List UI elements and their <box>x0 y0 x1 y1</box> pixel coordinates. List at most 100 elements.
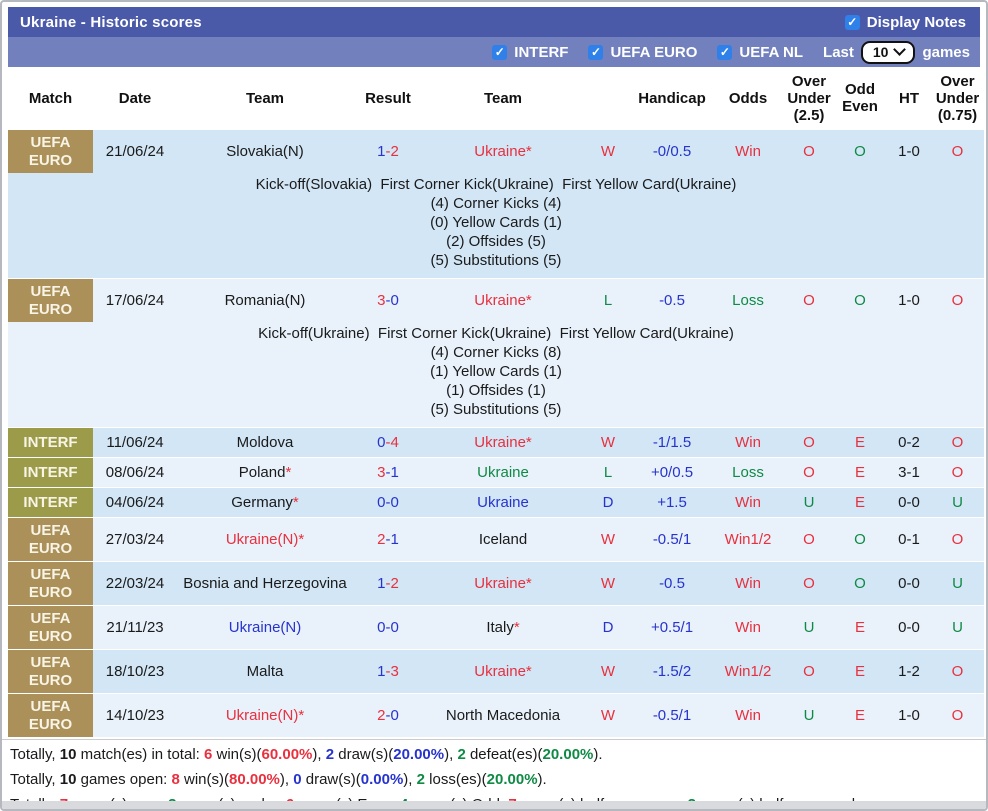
notes-stat-line: (5) Substitutions (5) <box>8 400 984 419</box>
half-time-score: 1-2 <box>887 650 931 694</box>
odds-result: Win1/2 <box>711 518 785 562</box>
handicap-value: +1.5 <box>633 488 711 518</box>
match-date: 08/06/24 <box>93 458 177 488</box>
full-time-score: 3-0 <box>353 279 423 323</box>
home-team: Germany* <box>177 488 353 518</box>
home-goals: 0 <box>377 434 385 451</box>
odds-result: Win <box>711 562 785 606</box>
match-row[interactable]: UEFA EURO18/10/23Malta1-3Ukraine*W-1.5/2… <box>8 650 984 694</box>
col-header-handicap: Handicap <box>633 67 711 130</box>
filter-interf-label: INTERF <box>514 44 568 61</box>
totals-segment: games open: <box>76 771 171 788</box>
away-team-name: Ukraine* <box>474 663 532 680</box>
filter-uefa-nl-checkbox[interactable]: ✓ UEFA NL <box>717 44 803 61</box>
match-row[interactable]: UEFA EURO27/03/24Ukraine(N)*2-1IcelandW-… <box>8 518 984 562</box>
match-row[interactable]: INTERF08/06/24Poland*3-1UkraineL+0/0.5Lo… <box>8 458 984 488</box>
totals-segment: ). <box>593 746 602 763</box>
match-row[interactable]: INTERF11/06/24Moldova0-4Ukraine*W-1/1.5W… <box>8 428 984 458</box>
checkbox-checked-icon[interactable]: ✓ <box>845 15 860 30</box>
totals-segment: ), <box>403 771 416 788</box>
home-team-name: Malta <box>247 663 284 680</box>
odds-result: Loss <box>711 279 785 323</box>
over-under-25-result: O <box>785 428 833 458</box>
home-team-name: Ukraine(N) <box>229 619 302 636</box>
chevron-down-icon <box>894 43 907 56</box>
odds-result: Win <box>711 130 785 174</box>
over-under-075-result: O <box>931 458 984 488</box>
filter-uefa-euro-label: UEFA EURO <box>610 44 697 61</box>
match-row[interactable]: INTERF04/06/24Germany*0-0UkraineD+1.5Win… <box>8 488 984 518</box>
match-row[interactable]: UEFA EURO22/03/24Bosnia and Herzegovina1… <box>8 562 984 606</box>
home-team: Ukraine(N) <box>177 606 353 650</box>
match-date: 17/06/24 <box>93 279 177 323</box>
match-row[interactable]: UEFA EURO14/10/23Ukraine(N)*2-0North Mac… <box>8 694 984 738</box>
odd-even-result: E <box>833 694 887 738</box>
title-bar: Ukraine - Historic scores ✓ Display Note… <box>8 7 980 37</box>
col-header-wld <box>583 67 633 130</box>
away-team: Ukraine* <box>423 428 583 458</box>
totals-segment: win(s)( <box>212 746 261 763</box>
home-team-name: Romania(N) <box>225 292 306 309</box>
home-team: Poland* <box>177 458 353 488</box>
over-under-075-result: O <box>931 279 984 323</box>
filter-interf-checkbox[interactable]: ✓ INTERF <box>492 44 568 61</box>
competition-badge: INTERF <box>8 428 93 458</box>
col-header-away-team: Team <box>423 67 583 130</box>
totals-segment: 0 <box>293 771 301 788</box>
col-header-over-under-075: Over Under (0.75) <box>931 67 984 130</box>
away-goals: 0 <box>391 292 399 309</box>
last-games-control: Last 10 games <box>823 41 970 64</box>
notes-stat-line: (2) Offsides (5) <box>8 232 984 251</box>
home-team: Malta <box>177 650 353 694</box>
checkbox-checked-icon[interactable]: ✓ <box>588 45 603 60</box>
odd-even-result: O <box>833 279 887 323</box>
half-time-score: 1-0 <box>887 694 931 738</box>
win-loss-draw: W <box>583 562 633 606</box>
half-time-score: 3-1 <box>887 458 931 488</box>
odd-even-result: E <box>833 458 887 488</box>
competition-badge: INTERF <box>8 458 93 488</box>
handicap-value: -0.5/1 <box>633 694 711 738</box>
full-time-score: 0-4 <box>353 428 423 458</box>
away-team-name: Ukraine <box>477 464 529 481</box>
away-team: Ukraine* <box>423 279 583 323</box>
over-under-075-result: O <box>931 130 984 174</box>
match-row[interactable]: UEFA EURO21/06/24Slovakia(N)1-2Ukraine*W… <box>8 130 984 174</box>
notes-stat-line: (0) Yellow Cards (1) <box>8 213 984 232</box>
home-team-name: Germany <box>231 494 293 511</box>
notes-stat-line: (4) Corner Kicks (4) <box>8 194 984 213</box>
over-under-25-result: U <box>785 488 833 518</box>
home-team-name: Ukraine(N)* <box>226 707 304 724</box>
totals-segment: defeat(es)( <box>466 746 543 763</box>
totals-segment: Totally, <box>10 746 60 763</box>
match-row[interactable]: UEFA EURO17/06/24Romania(N)3-0Ukraine*L-… <box>8 279 984 323</box>
away-team-name: Ukraine* <box>474 434 532 451</box>
competition-badge: UEFA EURO <box>8 606 93 650</box>
odd-even-result: E <box>833 650 887 694</box>
notes-stat-line: (1) Yellow Cards (1) <box>8 362 984 381</box>
home-team: Romania(N) <box>177 279 353 323</box>
totals-segment: 20.00% <box>393 746 444 763</box>
away-goals: 3 <box>391 663 399 680</box>
away-team-name: Italy <box>486 619 514 636</box>
checkbox-checked-icon[interactable]: ✓ <box>717 45 732 60</box>
totals-line-1: Totally, 10 match(es) in total: 6 win(s)… <box>10 742 986 767</box>
odd-even-result: E <box>833 428 887 458</box>
half-time-score: 1-0 <box>887 130 931 174</box>
games-count-select[interactable]: 10 <box>861 41 916 64</box>
odds-result: Win <box>711 428 785 458</box>
match-date: 04/06/24 <box>93 488 177 518</box>
home-team-name: Poland <box>239 464 286 481</box>
odds-result: Win1/2 <box>711 650 785 694</box>
match-row[interactable]: UEFA EURO21/11/23Ukraine(N)0-0Italy*D+0.… <box>8 606 984 650</box>
away-goals: 1 <box>391 531 399 548</box>
over-under-075-result: O <box>931 428 984 458</box>
filter-uefa-euro-checkbox[interactable]: ✓ UEFA EURO <box>588 44 697 61</box>
match-notes-row: Kick-off(Slovakia) First Corner Kick(Ukr… <box>8 173 984 279</box>
historic-scores-table: Match Date Team Result Team Handicap Odd… <box>8 67 984 737</box>
away-team: Ukraine* <box>423 562 583 606</box>
checkbox-checked-icon[interactable]: ✓ <box>492 45 507 60</box>
display-notes-checkbox[interactable]: ✓ Display Notes <box>845 14 966 31</box>
totals-segment: 2 <box>326 746 334 763</box>
notes-firsts-line: Kick-off(Ukraine) First Corner Kick(Ukra… <box>8 324 984 343</box>
